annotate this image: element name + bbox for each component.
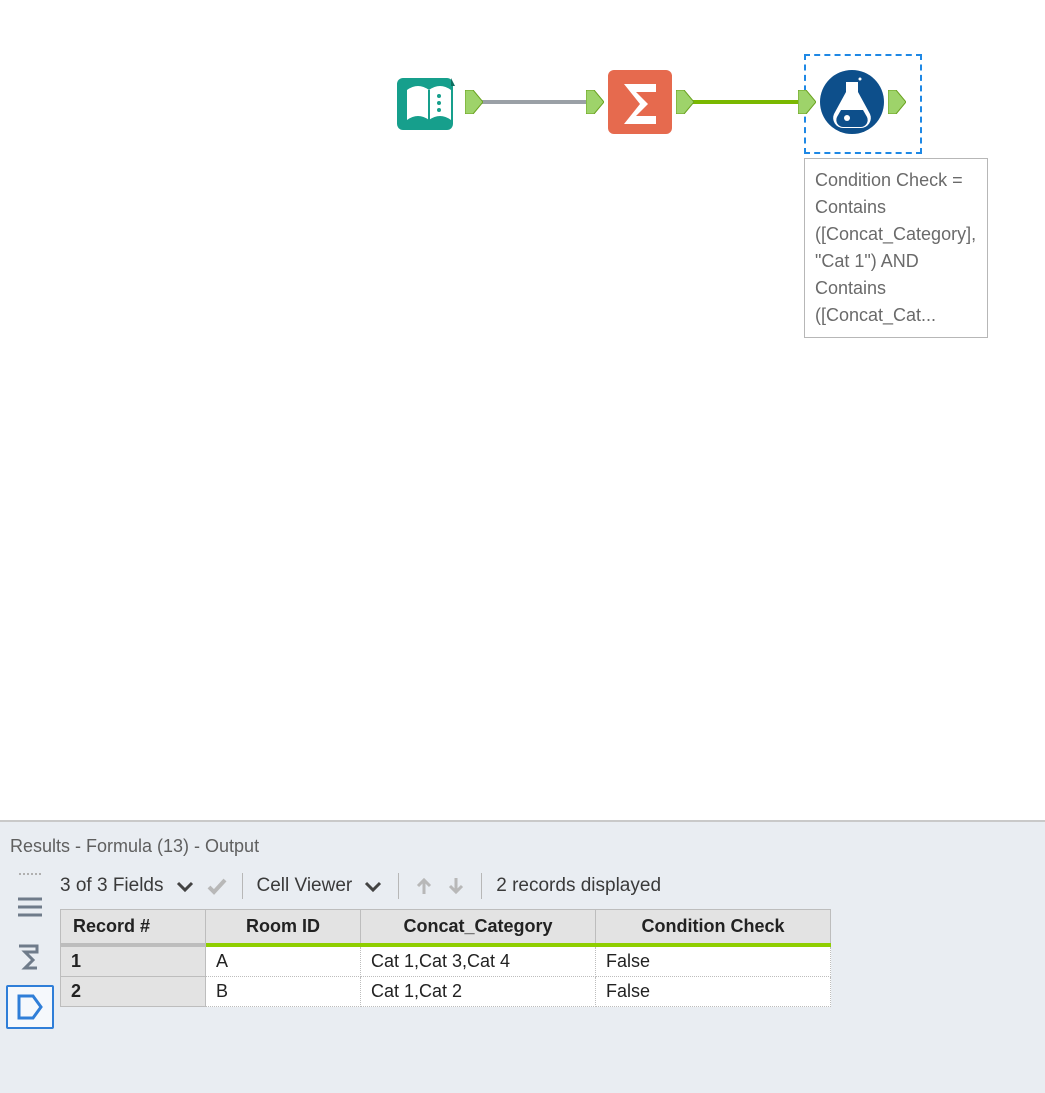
table-header-row: Record # Room ID Concat_Category Conditi… [61, 910, 831, 946]
results-toolbar: 3 of 3 Fields Cell Viewer [56, 867, 1045, 909]
arrow-up-icon[interactable] [413, 875, 435, 897]
formula-tool-node[interactable] [820, 70, 884, 134]
separator [481, 873, 482, 899]
cell-concat: Cat 1,Cat 2 [361, 977, 596, 1007]
col-header-concat[interactable]: Concat_Category [361, 910, 596, 946]
results-title: Results - Formula (13) - Output [0, 822, 1045, 867]
input-port[interactable] [586, 90, 604, 114]
col-header-room[interactable]: Room ID [206, 910, 361, 946]
cell-room: A [206, 945, 361, 977]
drag-handle[interactable] [10, 873, 50, 879]
output-port[interactable] [888, 90, 906, 114]
cell-record: 1 [61, 945, 206, 977]
separator [398, 873, 399, 899]
col-header-cond[interactable]: Condition Check [596, 910, 831, 946]
output-port[interactable] [676, 90, 694, 114]
side-tab-messages[interactable] [6, 885, 54, 929]
tool-annotation[interactable]: Condition Check = Contains ([Concat_Cate… [804, 158, 988, 338]
results-table[interactable]: Record # Room ID Concat_Category Conditi… [60, 909, 831, 1007]
chevron-down-icon[interactable] [174, 875, 196, 897]
separator [242, 873, 243, 899]
cell-cond: False [596, 945, 831, 977]
col-header-record[interactable]: Record # [61, 910, 206, 946]
arrow-down-icon[interactable] [445, 875, 467, 897]
table-row[interactable]: 2 B Cat 1,Cat 2 False [61, 977, 831, 1007]
sigma-icon [608, 70, 672, 134]
cell-record: 2 [61, 977, 206, 1007]
input-tool-node[interactable] [397, 70, 461, 134]
chevron-down-icon[interactable] [362, 875, 384, 897]
connector [478, 100, 596, 104]
fields-selector[interactable]: 3 of 3 Fields [60, 875, 164, 897]
connector [690, 100, 808, 104]
flask-icon [820, 70, 884, 134]
cell-viewer-selector[interactable]: Cell Viewer [257, 875, 353, 897]
workflow-canvas[interactable]: Condition Check = Contains ([Concat_Cate… [0, 0, 1045, 820]
annotation-text: Condition Check = Contains ([Concat_Cate… [815, 170, 976, 325]
cell-room: B [206, 977, 361, 1007]
cell-concat: Cat 1,Cat 3,Cat 4 [361, 945, 596, 977]
check-icon[interactable] [206, 875, 228, 897]
cell-cond: False [596, 977, 831, 1007]
output-port[interactable] [465, 90, 483, 114]
side-tab-input[interactable] [6, 935, 54, 979]
results-side-tabs [4, 867, 56, 1029]
records-displayed-label: 2 records displayed [496, 875, 661, 897]
table-row[interactable]: 1 A Cat 1,Cat 3,Cat 4 False [61, 945, 831, 977]
summarize-tool-node[interactable] [608, 70, 672, 134]
results-panel: Results - Formula (13) - Output 3 of 3 F… [0, 822, 1045, 1093]
input-port[interactable] [798, 90, 816, 114]
side-tab-output[interactable] [6, 985, 54, 1029]
book-icon [397, 70, 461, 134]
